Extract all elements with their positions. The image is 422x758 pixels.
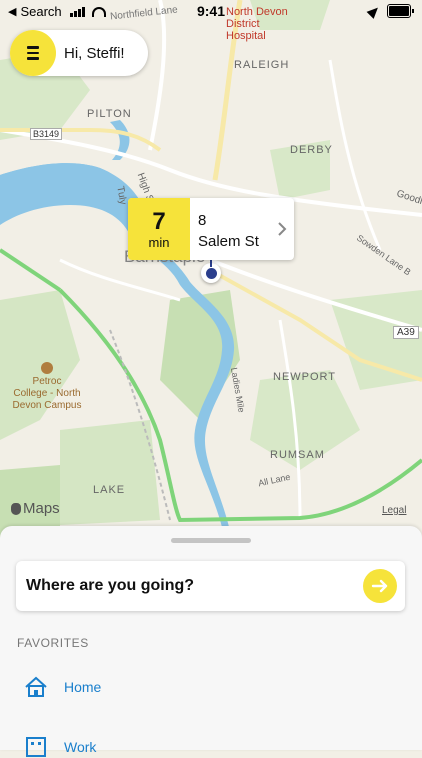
menu-icon-bar <box>27 46 39 49</box>
apple-maps-logo: Maps <box>11 500 60 517</box>
work-icon <box>26 737 46 757</box>
status-time: 9:41 <box>196 3 226 19</box>
map-label-petroc: Petroc College - North Devon Campus <box>8 362 86 412</box>
back-to-search[interactable]: ◀ Search <box>8 4 106 19</box>
eta-card[interactable]: 7 min 8 Salem St <box>128 198 294 260</box>
cellular-signal-icon <box>69 6 85 17</box>
eta-destination: 8 Salem St <box>190 198 270 260</box>
petroc-line-1: Petroc <box>32 376 62 387</box>
favorites-title: FAVORITES <box>17 636 89 650</box>
back-label: Search <box>20 4 62 19</box>
sheet-grabber[interactable] <box>171 538 251 543</box>
eta-minutes: 7 <box>152 207 166 235</box>
eta-unit: min <box>148 234 170 250</box>
greeting-text: Hi, Steffi! <box>64 44 125 62</box>
menu-icon-bar <box>27 57 39 60</box>
location-dot <box>205 267 217 279</box>
map-label-lake: LAKE <box>93 484 126 496</box>
battery-icon <box>387 4 414 18</box>
favorite-home[interactable]: Home <box>24 676 101 698</box>
home-icon <box>25 676 47 697</box>
status-bar: ◀ Search 9:41 <box>0 0 422 24</box>
status-right <box>366 3 414 19</box>
apple-maps-text: Maps <box>23 500 60 517</box>
eta-dest-number: 8 <box>198 212 207 229</box>
map-label-rumsam: RUMSAM <box>270 449 325 461</box>
map-label-derby: DERBY <box>290 144 333 156</box>
apple-icon <box>11 502 21 515</box>
petroc-line-3: Devon Campus <box>12 400 82 411</box>
hospital-line-3: Hospital <box>226 30 266 42</box>
map-label-pilton: PILTON <box>87 108 132 120</box>
greeting-pill: Hi, Steffi! <box>10 30 148 76</box>
favorite-work-label: Work <box>64 739 97 755</box>
chevron-right-icon <box>270 198 294 260</box>
favorite-work[interactable]: Work <box>24 736 96 758</box>
favorite-home-label: Home <box>64 679 102 695</box>
menu-icon-bar <box>27 51 39 55</box>
go-button[interactable] <box>363 569 397 603</box>
bottom-sheet[interactable]: Where are you going? FAVORITES Home Work <box>0 526 422 757</box>
destination-search-label: Where are you going? <box>26 577 195 594</box>
petroc-line-2: College - North <box>13 388 81 399</box>
eta-dest-street: Salem St <box>198 233 259 250</box>
back-arrow-icon: ◀ <box>8 6 17 18</box>
road-shield-b3149: B3149 <box>30 128 63 140</box>
location-arrow-icon <box>366 3 382 19</box>
map-label-newport: NEWPORT <box>273 371 337 383</box>
map-view[interactable]: Northfield Lane North Devon District Hos… <box>0 0 422 540</box>
eta-badge: 7 min <box>128 198 190 260</box>
menu-button[interactable] <box>10 30 56 76</box>
destination-search[interactable]: Where are you going? <box>16 561 405 611</box>
wifi-icon <box>91 6 106 17</box>
arrow-right-icon <box>371 579 388 593</box>
petroc-icon <box>41 362 53 374</box>
road-shield-a39: A39 <box>393 326 419 339</box>
map-label-raleigh: RALEIGH <box>234 59 290 71</box>
legal-link[interactable]: Legal <box>382 505 406 516</box>
